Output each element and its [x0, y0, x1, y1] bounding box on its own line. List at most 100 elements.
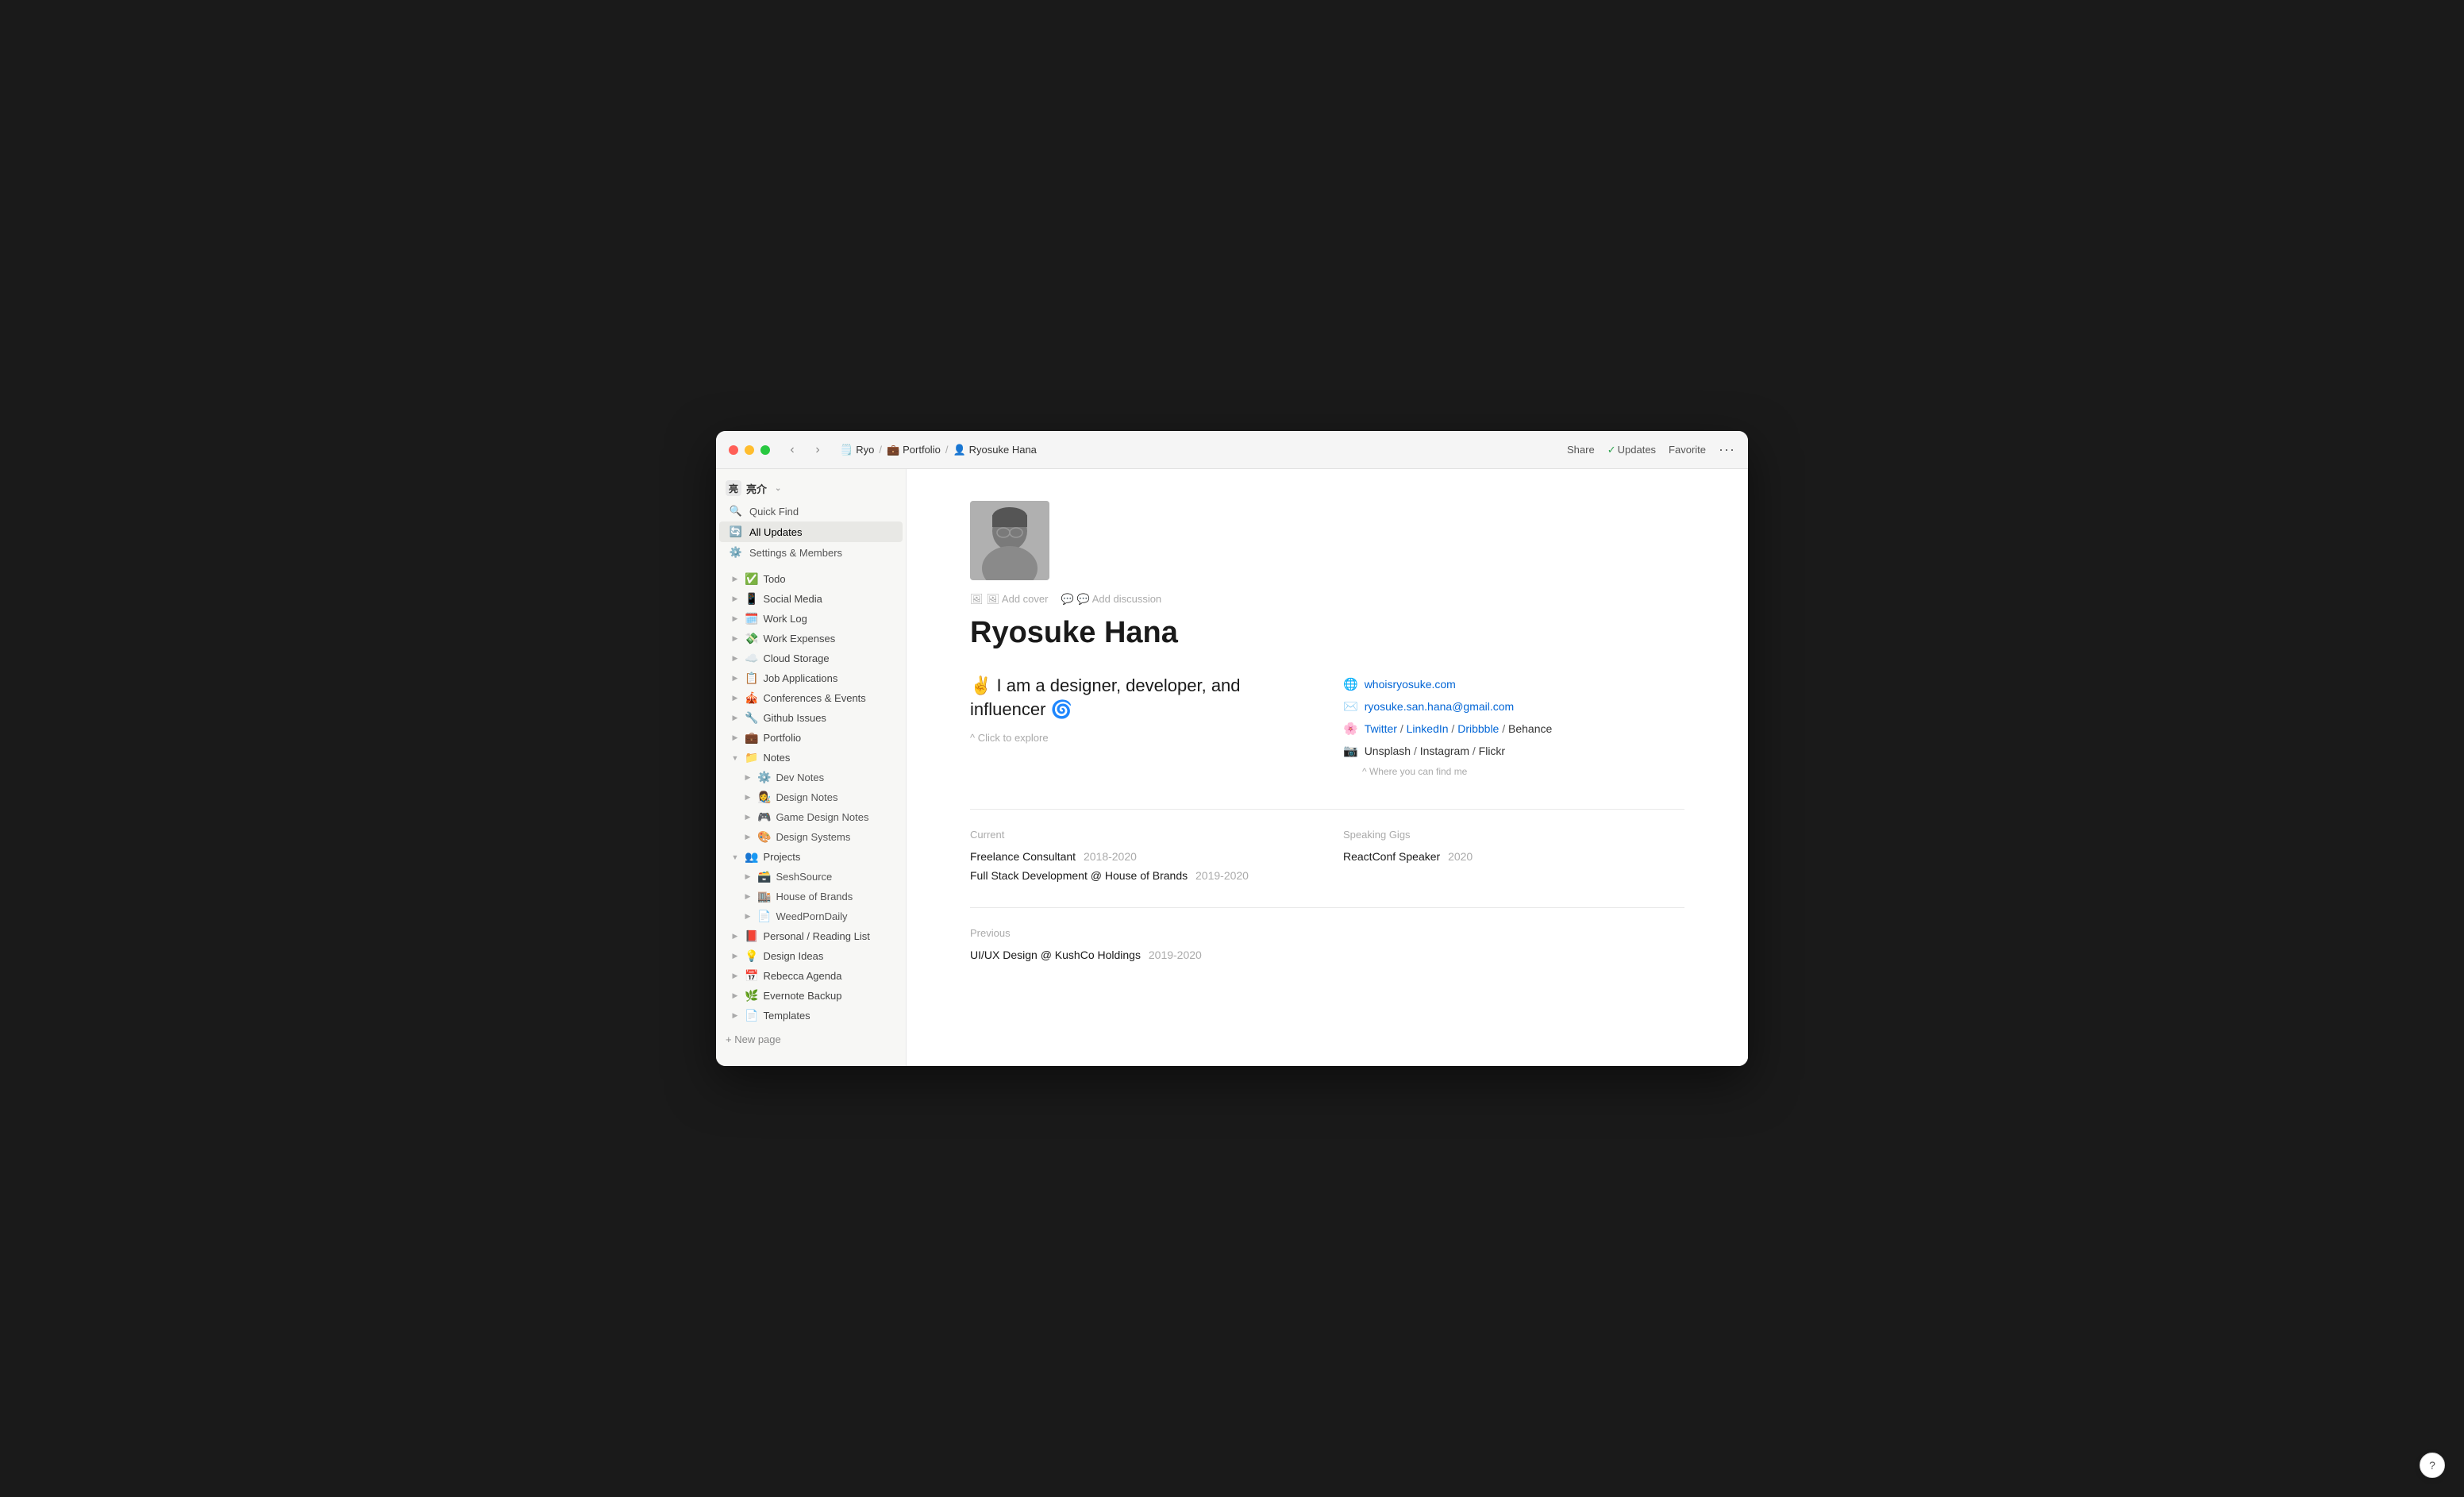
sidebar-bottom-personal-reading-list[interactable]: ▶ 📕 Personal / Reading List [719, 926, 903, 946]
settings-item[interactable]: ⚙️ Settings & Members [719, 542, 903, 563]
item-label: Social Media [763, 593, 896, 605]
contact-photo: 📷 Unsplash / Instagram / Flickr [1343, 744, 1684, 758]
add-discussion-button[interactable]: 💬 💬 Add discussion [1061, 593, 1161, 606]
chevron-icon: ▶ [741, 831, 754, 844]
sub-item-icon: 🎮 [757, 810, 771, 824]
chevron-icon: ▶ [729, 970, 741, 983]
new-page-button[interactable]: + New page [716, 1029, 906, 1050]
favorite-button[interactable]: Favorite [1669, 444, 1706, 456]
sidebar-item-work-expenses[interactable]: ▶ 💸 Work Expenses [719, 629, 903, 648]
item-icon: ☁️ [745, 652, 758, 665]
back-button[interactable]: ‹ [783, 441, 802, 460]
item-label: Design Ideas [763, 950, 896, 962]
sidebar-bottom-design-ideas[interactable]: ▶ 💡 Design Ideas [719, 946, 903, 966]
sidebar-item-job-applications[interactable]: ▶ 📋 Job Applications [719, 668, 903, 688]
item-icon: 📱 [745, 592, 758, 606]
sub-item-label: Game Design Notes [776, 811, 896, 823]
chevron-icon: ▶ [729, 732, 741, 745]
sidebar-sub-weedporndaily[interactable]: ▶ 📄 WeedPornDaily [719, 906, 903, 926]
sidebar-items: ▶ ✅ Todo ▶ 📱 Social Media ▶ 🗓️ Work Log … [716, 569, 906, 748]
sidebar-bottom-templates[interactable]: ▶ 📄 Templates [719, 1006, 903, 1026]
add-discussion-label: 💬 Add discussion [1077, 593, 1162, 606]
workspace-name: 亮介 [746, 481, 767, 496]
profile-grid: ✌️ I am a designer, developer, and influ… [970, 674, 1684, 777]
chevron-icon: ▶ [729, 613, 741, 625]
profile-left: ✌️ I am a designer, developer, and influ… [970, 674, 1311, 777]
share-button[interactable]: Share [1567, 444, 1595, 456]
sidebar-item-portfolio[interactable]: ▶ 💼 Portfolio [719, 728, 903, 748]
sub-item-icon: 🏬 [757, 890, 771, 903]
email-icon: ✉️ [1343, 699, 1358, 714]
breadcrumb-ryo[interactable]: 🗒️ Ryo [840, 444, 874, 456]
chevron-icon: ▶ [741, 871, 754, 883]
titlebar: ‹ › 🗒️ Ryo / 💼 Portfolio / 👤 Ryosuke Han… [716, 431, 1748, 469]
item-icon: 🔧 [745, 711, 758, 725]
contact-email: ✉️ ryosuke.san.hana@gmail.com [1343, 699, 1684, 714]
career-grid: Current Freelance Consultant 2018-2020 F… [970, 829, 1684, 888]
minimize-button[interactable] [745, 445, 754, 455]
twitter-link[interactable]: Twitter [1365, 722, 1397, 735]
settings-icon: ⚙️ [729, 546, 743, 559]
updates-button[interactable]: ✓Updates [1607, 444, 1656, 456]
explore-link[interactable]: ^ Click to explore [970, 732, 1311, 744]
chevron-icon: ▶ [729, 593, 741, 606]
forward-button[interactable]: › [808, 441, 827, 460]
sidebar-item-github-issues[interactable]: ▶ 🔧 Github Issues [719, 708, 903, 728]
breadcrumb-sep-2: / [945, 444, 949, 456]
bottom-items: ▶ 📕 Personal / Reading List ▶ 💡 Design I… [716, 926, 906, 1026]
sidebar-item-social-media[interactable]: ▶ 📱 Social Media [719, 589, 903, 609]
maximize-button[interactable] [760, 445, 770, 455]
all-updates-item[interactable]: 🔄 All Updates [719, 521, 903, 542]
reactconf-years: 2020 [1448, 850, 1473, 863]
sidebar-group-projects[interactable]: ▼ 👥 Projects [719, 847, 903, 867]
workspace-icon: 亮 [726, 480, 741, 496]
sidebar-sub-design-systems[interactable]: ▶ 🎨 Design Systems [719, 827, 903, 847]
website-link[interactable]: whoisryosuke.com [1365, 678, 1456, 691]
help-button[interactable]: ? [2420, 1453, 2445, 1478]
sidebar-item-todo[interactable]: ▶ ✅ Todo [719, 569, 903, 589]
item-icon: 📋 [745, 672, 758, 685]
sidebar-sub-game-design-notes[interactable]: ▶ 🎮 Game Design Notes [719, 807, 903, 827]
sub-item-label: Design Systems [776, 831, 896, 843]
updates-check-icon: ✓ [1607, 444, 1616, 456]
kushco-title: UI/UX Design @ KushCo Holdings [970, 949, 1141, 961]
more-button[interactable]: ··· [1719, 441, 1735, 458]
photo-links: Unsplash / Instagram / Flickr [1365, 745, 1505, 757]
portfolio-icon: 💼 [887, 444, 899, 456]
email-link[interactable]: ryosuke.san.hana@gmail.com [1365, 700, 1515, 713]
add-cover-button[interactable]: 🖼 🖼 Add cover [970, 593, 1048, 606]
linkedin-link[interactable]: LinkedIn [1407, 722, 1449, 735]
close-button[interactable] [729, 445, 738, 455]
quick-find-item[interactable]: 🔍 Quick Find [719, 501, 903, 521]
workspace-item[interactable]: 亮 亮介 ⌄ [716, 475, 906, 501]
sub-item-label: SeshSource [776, 871, 896, 883]
chevron-icon: ▶ [729, 692, 741, 705]
item-label: Job Applications [763, 672, 896, 684]
sidebar-sub-design-notes[interactable]: ▶ 👩‍🎨 Design Notes [719, 787, 903, 807]
person-icon: 👤 [953, 444, 965, 456]
sidebar-bottom-evernote-backup[interactable]: ▶ 🌿 Evernote Backup [719, 986, 903, 1006]
breadcrumb-sep-1: / [879, 444, 882, 456]
sidebar-sub-house-of-brands[interactable]: ▶ 🏬 House of Brands [719, 887, 903, 906]
sidebar-item-work-log[interactable]: ▶ 🗓️ Work Log [719, 609, 903, 629]
item-label: Templates [763, 1010, 896, 1022]
page-actions: 🖼 🖼 Add cover 💬 💬 Add discussion [970, 593, 1684, 606]
add-cover-icon: 🖼 [970, 593, 984, 606]
workspace-chevron: ⌄ [775, 484, 781, 493]
page-title: Ryosuke Hana [970, 615, 1684, 652]
sidebar-sub-seshsource[interactable]: ▶ 🗃️ SeshSource [719, 867, 903, 887]
breadcrumb-portfolio[interactable]: 💼 Portfolio [887, 444, 941, 456]
sidebar-sub-dev-notes[interactable]: ▶ ⚙️ Dev Notes [719, 768, 903, 787]
settings-label: Settings & Members [749, 547, 842, 559]
sidebar-group-notes[interactable]: ▼ 📁 Notes [719, 748, 903, 768]
chevron-icon: ▶ [729, 633, 741, 645]
dribbble-link[interactable]: Dribbble [1457, 722, 1499, 735]
quick-find-label: Quick Find [749, 506, 799, 518]
breadcrumb-current[interactable]: 👤 Ryosuke Hana [953, 444, 1036, 456]
sidebar-item-conferences-&-events[interactable]: ▶ 🎪 Conferences & Events [719, 688, 903, 708]
app-window: ‹ › 🗒️ Ryo / 💼 Portfolio / 👤 Ryosuke Han… [716, 431, 1748, 1066]
sub-item-icon: 📄 [757, 910, 771, 923]
career-item-kushco: UI/UX Design @ KushCo Holdings 2019-2020 [970, 949, 1684, 961]
sidebar-bottom-rebecca-agenda[interactable]: ▶ 📅 Rebecca Agenda [719, 966, 903, 986]
sidebar-item-cloud-storage[interactable]: ▶ ☁️ Cloud Storage [719, 648, 903, 668]
